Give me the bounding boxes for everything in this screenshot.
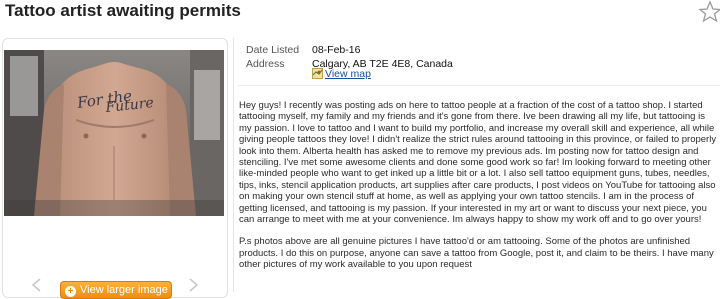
- view-map-link[interactable]: View map: [325, 68, 371, 80]
- star-icon[interactable]: [697, 0, 720, 23]
- chevron-right-icon[interactable]: [184, 278, 202, 292]
- view-larger-image-button[interactable]: + View larger image: [60, 281, 172, 299]
- date-listed-label: Date Listed: [246, 44, 300, 56]
- chevron-left-icon[interactable]: [28, 278, 46, 292]
- date-listed-value: 08-Feb-16: [312, 44, 361, 56]
- listing-title: Tattoo artist awaiting permits: [5, 1, 241, 20]
- address-label: Address: [246, 58, 285, 70]
- description-paragraph: P.s photos above are all genuine picture…: [239, 236, 714, 271]
- view-map-row: View map: [312, 68, 371, 80]
- description-paragraph: Hey guys! I recently was posting ads on …: [239, 100, 717, 226]
- listing-description: Hey guys! I recently was posting ads on …: [239, 100, 717, 282]
- map-icon: [312, 68, 323, 79]
- listing-photo[interactable]: For the Future: [4, 50, 224, 216]
- column-divider: [233, 38, 234, 292]
- view-larger-image-label: View larger image: [80, 284, 168, 296]
- details-separator: [238, 85, 720, 86]
